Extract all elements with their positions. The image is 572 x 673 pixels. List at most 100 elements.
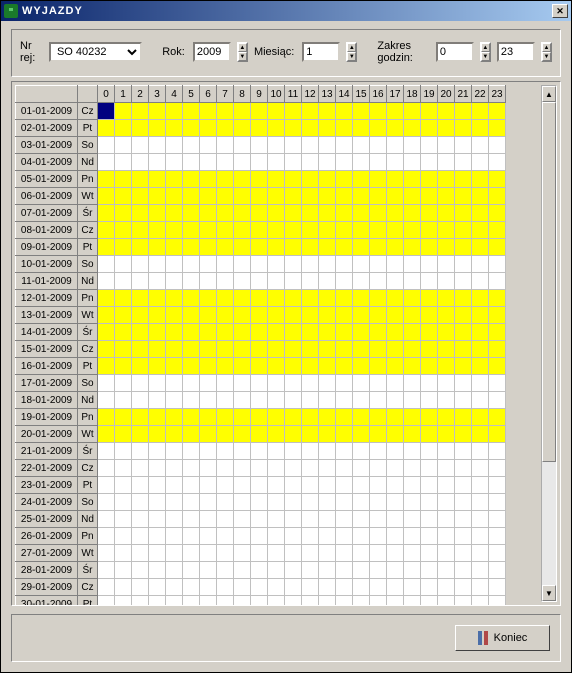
table-row[interactable]: 19-01-2009Pn xyxy=(16,409,506,426)
date-cell[interactable]: 27-01-2009 xyxy=(16,545,78,562)
hour-cell[interactable] xyxy=(166,290,183,307)
hour-cell[interactable] xyxy=(234,324,251,341)
hour-cell[interactable] xyxy=(234,409,251,426)
date-cell[interactable]: 07-01-2009 xyxy=(16,205,78,222)
hour-cell[interactable] xyxy=(217,494,234,511)
hour-cell[interactable] xyxy=(353,341,370,358)
hour-cell[interactable] xyxy=(302,188,319,205)
hour-cell[interactable] xyxy=(455,188,472,205)
hour-cell[interactable] xyxy=(217,545,234,562)
hour-cell[interactable] xyxy=(251,375,268,392)
hour-cell[interactable] xyxy=(149,443,166,460)
day-cell[interactable]: Pt xyxy=(78,596,98,607)
hour-cell[interactable] xyxy=(115,171,132,188)
date-cell[interactable]: 18-01-2009 xyxy=(16,392,78,409)
hour-cell[interactable] xyxy=(234,392,251,409)
table-row[interactable]: 30-01-2009Pt xyxy=(16,596,506,607)
hour-cell[interactable] xyxy=(115,477,132,494)
hour-cell[interactable] xyxy=(404,511,421,528)
hour-cell[interactable] xyxy=(353,154,370,171)
hour-cell[interactable] xyxy=(132,409,149,426)
hour-cell[interactable] xyxy=(489,528,506,545)
hour-cell[interactable] xyxy=(200,392,217,409)
hour-cell[interactable] xyxy=(489,256,506,273)
col-header-hour-12[interactable]: 12 xyxy=(302,86,319,103)
hour-cell[interactable] xyxy=(149,511,166,528)
hour-cell[interactable] xyxy=(489,324,506,341)
date-cell[interactable]: 11-01-2009 xyxy=(16,273,78,290)
hour-cell[interactable] xyxy=(302,511,319,528)
date-cell[interactable]: 17-01-2009 xyxy=(16,375,78,392)
hour-cell[interactable] xyxy=(234,103,251,120)
hour-cell[interactable] xyxy=(115,460,132,477)
hour-cell[interactable] xyxy=(149,341,166,358)
hour-cell[interactable] xyxy=(234,494,251,511)
date-cell[interactable]: 03-01-2009 xyxy=(16,137,78,154)
hour-cell[interactable] xyxy=(302,290,319,307)
hour-cell[interactable] xyxy=(115,358,132,375)
hour-cell[interactable] xyxy=(285,273,302,290)
hour-cell[interactable] xyxy=(421,358,438,375)
hour-cell[interactable] xyxy=(98,375,115,392)
hour-cell[interactable] xyxy=(336,205,353,222)
hour-cell[interactable] xyxy=(370,596,387,607)
hour-cell[interactable] xyxy=(353,239,370,256)
hour-cell[interactable] xyxy=(149,222,166,239)
table-row[interactable]: 16-01-2009Pt xyxy=(16,358,506,375)
hour-cell[interactable] xyxy=(251,596,268,607)
hour-cell[interactable] xyxy=(149,375,166,392)
table-row[interactable]: 06-01-2009Wt xyxy=(16,188,506,205)
hour-cell[interactable] xyxy=(251,324,268,341)
zakres-from-spin-down[interactable]: ▼ xyxy=(481,52,490,61)
date-cell[interactable]: 15-01-2009 xyxy=(16,341,78,358)
hour-cell[interactable] xyxy=(115,103,132,120)
hour-cell[interactable] xyxy=(353,579,370,596)
hour-cell[interactable] xyxy=(183,205,200,222)
hour-cell[interactable] xyxy=(200,188,217,205)
hour-cell[interactable] xyxy=(149,358,166,375)
hour-cell[interactable] xyxy=(115,528,132,545)
hour-cell[interactable] xyxy=(404,120,421,137)
hour-cell[interactable] xyxy=(370,239,387,256)
hour-cell[interactable] xyxy=(404,222,421,239)
hour-cell[interactable] xyxy=(251,511,268,528)
col-header-hour-6[interactable]: 6 xyxy=(200,86,217,103)
day-cell[interactable]: Pn xyxy=(78,528,98,545)
hour-cell[interactable] xyxy=(336,239,353,256)
hour-cell[interactable] xyxy=(472,494,489,511)
hour-cell[interactable] xyxy=(302,137,319,154)
hour-cell[interactable] xyxy=(472,171,489,188)
hour-cell[interactable] xyxy=(336,324,353,341)
hour-cell[interactable] xyxy=(285,171,302,188)
hour-cell[interactable] xyxy=(404,103,421,120)
hour-cell[interactable] xyxy=(115,324,132,341)
hour-cell[interactable] xyxy=(455,239,472,256)
hour-cell[interactable] xyxy=(166,596,183,607)
hour-cell[interactable] xyxy=(200,477,217,494)
hour-cell[interactable] xyxy=(217,120,234,137)
hour-cell[interactable] xyxy=(268,205,285,222)
hour-cell[interactable] xyxy=(302,562,319,579)
hour-cell[interactable] xyxy=(319,222,336,239)
hour-cell[interactable] xyxy=(387,409,404,426)
hour-cell[interactable] xyxy=(251,579,268,596)
hour-cell[interactable] xyxy=(183,596,200,607)
col-header-hour-10[interactable]: 10 xyxy=(268,86,285,103)
table-row[interactable]: 28-01-2009Śr xyxy=(16,562,506,579)
hour-cell[interactable] xyxy=(421,443,438,460)
date-cell[interactable]: 09-01-2009 xyxy=(16,239,78,256)
hour-cell[interactable] xyxy=(251,477,268,494)
table-row[interactable]: 15-01-2009Cz xyxy=(16,341,506,358)
hour-cell[interactable] xyxy=(115,239,132,256)
hour-cell[interactable] xyxy=(370,579,387,596)
hour-cell[interactable] xyxy=(336,528,353,545)
hour-cell[interactable] xyxy=(336,307,353,324)
hour-cell[interactable] xyxy=(98,205,115,222)
hour-cell[interactable] xyxy=(370,460,387,477)
hour-cell[interactable] xyxy=(421,154,438,171)
day-cell[interactable]: Cz xyxy=(78,579,98,596)
vertical-scrollbar[interactable]: ▲ ▼ xyxy=(541,85,557,602)
hour-cell[interactable] xyxy=(336,460,353,477)
hour-cell[interactable] xyxy=(98,103,115,120)
hour-cell[interactable] xyxy=(472,511,489,528)
